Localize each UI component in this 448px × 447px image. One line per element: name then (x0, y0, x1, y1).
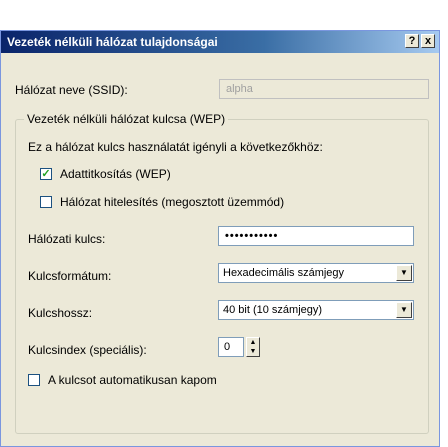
title-bar[interactable]: Vezeték nélküli hálózat tulajdonságai ? … (1, 31, 439, 53)
wep-description: Ez a hálózat kulcs használatát igényli a… (28, 140, 323, 154)
key-index-spinner[interactable]: ▲ ▼ (246, 337, 260, 357)
spin-up-icon[interactable]: ▲ (247, 338, 259, 347)
key-length-label: Kulcshossz: (28, 306, 93, 320)
key-format-value: Hexadecimális számjegy (223, 267, 345, 279)
wep-key-groupbox: Vezeték nélküli hálózat kulcsa (WEP) Ez … (15, 112, 429, 434)
chevron-down-icon[interactable]: ▼ (396, 302, 412, 318)
auto-key-label[interactable]: A kulcsot automatikusan kapom (48, 373, 217, 387)
network-key-field[interactable]: ••••••••••• (218, 226, 414, 246)
ssid-field: alpha (219, 79, 429, 99)
spin-down-icon[interactable]: ▼ (247, 347, 259, 356)
key-index-field[interactable]: 0 (218, 337, 244, 357)
auto-key-checkbox[interactable] (28, 374, 40, 386)
ssid-label: Hálózat neve (SSID): (15, 83, 128, 97)
key-format-label: Kulcsformátum: (28, 269, 112, 283)
data-encryption-checkbox[interactable]: ✓ (40, 168, 52, 180)
window-title: Vezeték nélküli hálózat tulajdonságai (7, 35, 218, 49)
network-auth-checkbox[interactable] (40, 196, 52, 208)
key-index-label: Kulcsindex (speciális): (28, 343, 147, 357)
chevron-down-icon[interactable]: ▼ (396, 265, 412, 281)
key-length-select[interactable]: 40 bit (10 számjegy) ▼ (218, 300, 414, 320)
network-auth-label[interactable]: Hálózat hitelesítés (megosztott üzemmód) (60, 195, 284, 209)
key-length-value: 40 bit (10 számjegy) (223, 304, 323, 316)
help-button[interactable]: ? (405, 34, 419, 48)
data-encryption-label[interactable]: Adattitkosítás (WEP) (60, 167, 171, 181)
key-format-select[interactable]: Hexadecimális számjegy ▼ (218, 263, 414, 283)
network-key-label: Hálózati kulcs: (28, 232, 106, 246)
checkmark-icon: ✓ (41, 168, 51, 180)
close-button[interactable]: x (421, 34, 435, 48)
wep-group-title: Vezeték nélküli hálózat kulcsa (WEP) (24, 112, 229, 126)
wireless-properties-dialog: Vezeték nélküli hálózat tulajdonságai ? … (0, 30, 440, 447)
